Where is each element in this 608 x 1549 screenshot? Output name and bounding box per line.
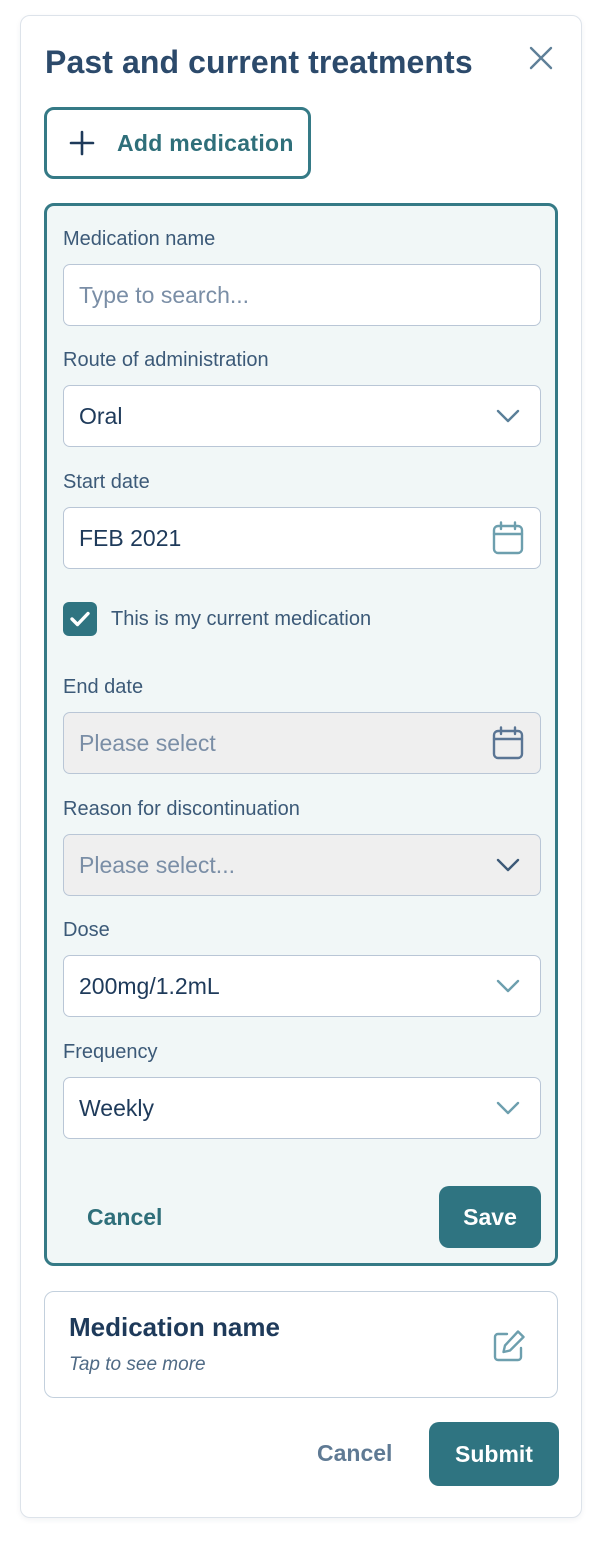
route-select[interactable]: Oral xyxy=(63,385,541,447)
footer-cancel-button[interactable]: Cancel xyxy=(317,1440,392,1467)
end-date-placeholder: Please select xyxy=(79,729,216,756)
frequency-select[interactable]: Weekly xyxy=(63,1077,541,1139)
dose-value: 200mg/1.2mL xyxy=(79,972,220,999)
route-value: Oral xyxy=(79,402,123,429)
dose-label: Dose xyxy=(63,919,110,941)
add-medication-label: Add medication xyxy=(117,129,294,156)
close-button[interactable] xyxy=(527,44,555,72)
edit-icon xyxy=(493,1330,525,1362)
medication-name-label: Medication name xyxy=(63,228,216,250)
chevron-down-icon xyxy=(488,1088,528,1128)
current-medication-checkbox[interactable]: This is my current medication xyxy=(63,602,371,636)
reason-label: Reason for discontinuation xyxy=(63,798,300,820)
chevron-down-icon xyxy=(488,845,528,885)
chevron-down-icon xyxy=(488,396,528,436)
add-medication-button[interactable]: Add medication xyxy=(44,107,311,179)
form-cancel-button[interactable]: Cancel xyxy=(87,1204,162,1231)
medication-card-subtitle: Tap to see more xyxy=(69,1354,206,1375)
frequency-label: Frequency xyxy=(63,1041,158,1063)
route-label: Route of administration xyxy=(63,349,269,371)
medication-search-input[interactable]: Type to search... xyxy=(63,264,541,326)
start-date-value: FEB 2021 xyxy=(79,524,182,551)
reason-select: Please select... xyxy=(63,834,541,896)
medication-form: Medication name Type to search... Route … xyxy=(44,203,558,1266)
frequency-value: Weekly xyxy=(79,1094,154,1121)
medication-card-title: Medication name xyxy=(69,1312,280,1342)
page-title: Past and current treatments xyxy=(45,44,473,80)
start-date-input[interactable]: FEB 2021 xyxy=(63,507,541,569)
reason-placeholder: Please select... xyxy=(79,851,235,878)
save-button[interactable]: Save xyxy=(439,1186,541,1248)
end-date-label: End date xyxy=(63,676,144,698)
calendar-icon[interactable] xyxy=(488,518,528,558)
dose-select[interactable]: 200mg/1.2mL xyxy=(63,955,541,1017)
treatments-panel: Past and current treatments Add medicati… xyxy=(20,15,582,1518)
plus-icon xyxy=(67,128,97,158)
edit-button[interactable] xyxy=(489,1326,529,1366)
medication-card[interactable]: Medication name Tap to see more xyxy=(44,1291,558,1398)
calendar-icon xyxy=(488,723,528,763)
start-date-label: Start date xyxy=(63,471,150,493)
close-icon xyxy=(529,46,553,70)
checkmark-icon[interactable] xyxy=(63,602,97,636)
end-date-input: Please select xyxy=(63,712,541,774)
medication-search-placeholder: Type to search... xyxy=(79,281,250,308)
submit-button[interactable]: Submit xyxy=(429,1422,559,1486)
current-medication-label: This is my current medication xyxy=(111,607,372,630)
chevron-down-icon xyxy=(488,966,528,1006)
